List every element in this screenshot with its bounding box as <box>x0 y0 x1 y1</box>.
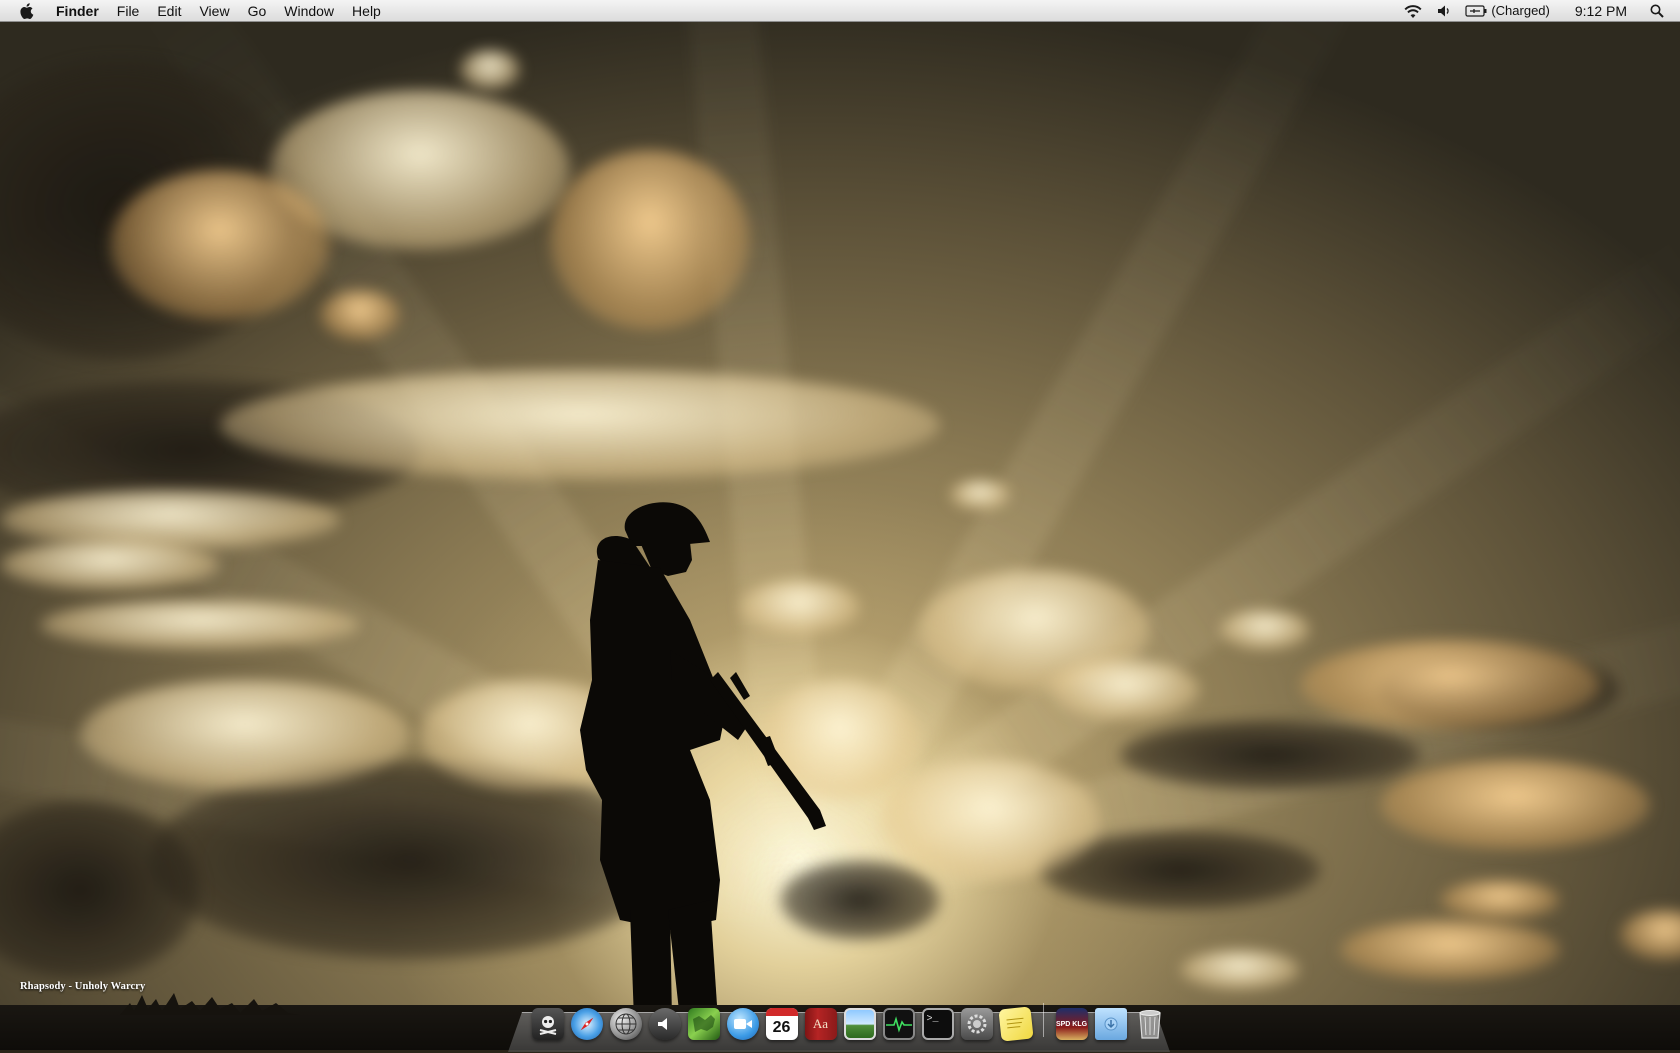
menu-edit[interactable]: Edit <box>148 0 190 22</box>
trash-icon[interactable] <box>1134 1008 1166 1040</box>
speaker-icon[interactable] <box>648 1008 681 1040</box>
battery-status-text: (Charged) <box>1491 3 1550 18</box>
green-map-icon[interactable] <box>687 1008 720 1040</box>
system-preferences-icon[interactable] <box>960 1008 993 1040</box>
dvd-cover-icon[interactable]: SPD KLG <box>1055 1008 1088 1040</box>
stickies-icon[interactable] <box>997 1006 1034 1042</box>
dictionary-label: Aa <box>812 1016 829 1031</box>
menu-go[interactable]: Go <box>239 0 276 22</box>
activity-monitor-icon[interactable] <box>882 1008 915 1040</box>
ical-calendar-icon[interactable]: 26 <box>765 1008 798 1040</box>
menu-file[interactable]: File <box>108 0 149 22</box>
apple-menu-icon[interactable] <box>18 0 36 22</box>
ical-date-label: 26 <box>772 1019 791 1036</box>
ichat-video-icon[interactable] <box>726 1008 759 1040</box>
battery-icon[interactable]: (Charged) <box>1458 0 1557 22</box>
desktop-wallpaper: Rhapsody - Unholy Warcry <box>0 0 1680 1050</box>
soldier-silhouette <box>580 502 826 1020</box>
dock-separator <box>1043 1003 1044 1037</box>
menu-finder[interactable]: Finder <box>50 0 108 22</box>
preview-landscape-icon[interactable] <box>843 1008 876 1040</box>
dvd-cover-label: SPD KLG <box>1055 1020 1088 1028</box>
wifi-icon[interactable] <box>1396 4 1430 19</box>
now-playing-text: Rhapsody - Unholy Warcry <box>20 981 146 992</box>
menubar-clock[interactable]: 9:12 PM <box>1557 0 1643 22</box>
volume-icon[interactable] <box>1430 4 1458 18</box>
menu-window[interactable]: Window <box>275 0 343 22</box>
terminal-prompt: >_ <box>926 1014 939 1025</box>
dictionary-icon[interactable]: Aa <box>804 1008 837 1040</box>
downloads-folder-icon[interactable] <box>1094 1008 1127 1040</box>
grass-silhouette <box>120 993 300 1015</box>
safari-compass-icon[interactable] <box>570 1008 603 1040</box>
globe-icon[interactable] <box>609 1008 642 1040</box>
terminal-icon[interactable]: >_ <box>921 1008 954 1040</box>
menu-view[interactable]: View <box>190 0 238 22</box>
menu-bar: Finder File Edit View Go Window Help (Ch… <box>0 0 1680 22</box>
pirate-skull-icon[interactable] <box>531 1008 564 1040</box>
menu-help[interactable]: Help <box>343 0 390 22</box>
dock: 26 Aa >_ SPD KLG <box>528 1000 1169 1042</box>
spotlight-search-icon[interactable] <box>1643 4 1680 18</box>
